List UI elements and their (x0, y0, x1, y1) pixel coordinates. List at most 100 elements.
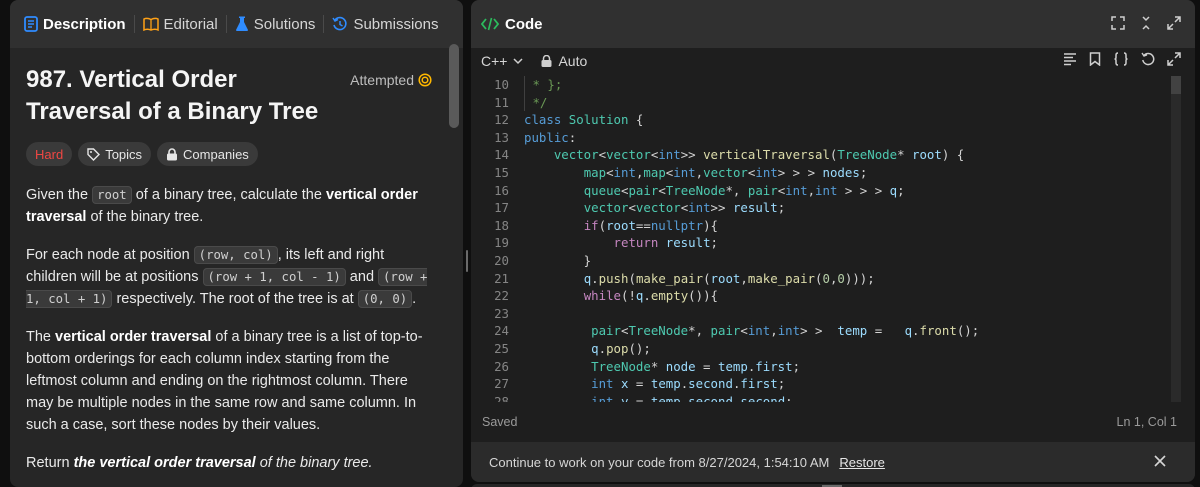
code-line: 15 map<int,map<int,vector<int> > > nodes… (471, 164, 1171, 182)
code-icon (481, 17, 499, 31)
code-header: Code (471, 0, 1195, 48)
line-number: 20 (494, 252, 509, 268)
line-number: 27 (494, 376, 509, 392)
code-text: */ (524, 93, 548, 112)
tab-editorial[interactable]: Editorial (142, 0, 218, 48)
attempted-icon (418, 73, 432, 87)
code-text: map<int,map<int,vector<int> > > nodes; (583, 164, 868, 180)
inline-code: (row, col) (193, 246, 278, 264)
text: respectively. The root of the tree is at (112, 291, 358, 307)
text: Given the (26, 187, 93, 203)
page-title[interactable]: 987. Vertical Order Traversal of a Binar… (26, 64, 346, 128)
topics-label: Topics (105, 146, 143, 162)
maximize-icon[interactable] (1167, 16, 1181, 30)
code-text: } (524, 252, 592, 268)
text: of a binary tree, calculate the (131, 187, 326, 203)
tab-description[interactable]: Description (24, 0, 126, 48)
title-row: 987. Vertical Order Traversal of a Binar… (26, 64, 432, 128)
text: For each node at position (26, 247, 194, 263)
save-status: Saved (482, 415, 518, 429)
italic-text: of the binary tree. (255, 455, 373, 471)
code-text: if(root==nullptr){ (583, 217, 718, 233)
bold-italic-text: the vertical order traversal (73, 455, 256, 471)
code-line: 25 q.pop(); (471, 340, 1171, 358)
text: . (412, 291, 417, 307)
line-number: 10 (494, 77, 509, 92)
description-paragraph: Given the root of a binary tree, calcula… (26, 184, 432, 228)
tab-solutions[interactable]: Solutions (235, 0, 316, 48)
line-number: 11 (494, 94, 509, 110)
language-label: C++ (481, 53, 508, 69)
restore-link[interactable]: Restore (839, 455, 885, 470)
tag-row: Hard Topics Companies (26, 142, 432, 166)
code-line: 13 public: (471, 129, 1171, 147)
attempted-status[interactable]: Attempted (350, 72, 432, 88)
line-number: 15 (494, 164, 509, 180)
code-line: 12 class Solution { (471, 111, 1171, 129)
inline-code: (row + 1, col - 1) (202, 268, 346, 286)
panel-resize-handle[interactable] (465, 250, 468, 272)
chevron-down-icon (513, 57, 523, 64)
line-number: 25 (494, 340, 509, 356)
tab-submissions[interactable]: Submissions (332, 0, 438, 48)
code-line: 26 TreeNode* node = temp.first; (471, 358, 1171, 376)
editor-scrollbar[interactable] (1171, 76, 1181, 402)
text: of the binary tree. (86, 209, 204, 225)
tab-separator (133, 15, 135, 33)
description-icon (24, 16, 38, 32)
fullscreen-icon[interactable] (1111, 16, 1125, 30)
reset-icon[interactable] (1141, 52, 1155, 66)
tab-separator (225, 15, 227, 33)
bookmark-icon[interactable] (1089, 52, 1101, 66)
companies-button[interactable]: Companies (157, 142, 258, 166)
code-line: 10 * }; (471, 76, 1171, 94)
line-number: 26 (494, 358, 509, 374)
topics-button[interactable]: Topics (78, 142, 152, 166)
expand-icon[interactable] (1167, 52, 1181, 66)
text: Return (26, 455, 74, 471)
tab-solutions-label: Solutions (253, 15, 316, 33)
line-number: 28 (494, 393, 509, 402)
language-select[interactable]: C++ (481, 53, 523, 69)
code-text: * }; (524, 76, 563, 94)
code-line: 14 vector<vector<int>> verticalTraversal… (471, 146, 1171, 164)
text: and (345, 269, 379, 285)
code-text: int x = temp.second.first; (591, 376, 786, 392)
code-line: 19 return result; (471, 234, 1171, 252)
tab-separator (323, 15, 325, 33)
close-icon[interactable] (1153, 454, 1167, 468)
editor-scrollbar-thumb[interactable] (1171, 76, 1181, 94)
code-line: 22 while(!q.empty()){ (471, 287, 1171, 305)
code-editor[interactable]: 10 * }; 11 */ 12 class Solution { 13 publi… (471, 76, 1171, 402)
code-text: vector<vector<int>> result; (583, 200, 786, 216)
bold-text: vertical order traversal (55, 329, 212, 345)
attempted-label: Attempted (350, 72, 414, 88)
code-text: class Solution { (524, 112, 644, 128)
code-line: 28 int y = temp.second.second; (471, 393, 1171, 402)
code-line: 11 */ (471, 93, 1171, 112)
code-line: 20 } (471, 252, 1171, 270)
tab-description-label: Description (43, 15, 126, 33)
companies-label: Companies (183, 146, 249, 162)
line-number: 14 (494, 147, 509, 163)
code-tab[interactable]: Code (481, 16, 543, 33)
autocomplete-toggle[interactable]: Auto (541, 53, 587, 69)
line-number: 23 (494, 305, 509, 321)
format-icon[interactable] (1063, 52, 1077, 66)
inline-code: (0, 0) (357, 290, 413, 308)
flask-icon (235, 16, 248, 31)
braces-icon[interactable] (1113, 52, 1129, 66)
line-number: 17 (494, 200, 509, 216)
description-paragraph: Return the vertical order traversal of t… (26, 452, 432, 474)
line-number: 19 (494, 235, 509, 251)
description-paragraph: For each node at position (row, col), it… (26, 244, 432, 310)
collapse-icon[interactable] (1139, 16, 1153, 30)
description-scrollbar[interactable] (449, 44, 459, 128)
mode-label: Auto (558, 53, 588, 69)
tab-submissions-label: Submissions (353, 15, 439, 33)
code-title: Code (505, 15, 543, 33)
history-icon (332, 16, 348, 31)
line-number: 22 (494, 288, 509, 304)
code-line: 18 if(root==nullptr){ (471, 217, 1171, 235)
